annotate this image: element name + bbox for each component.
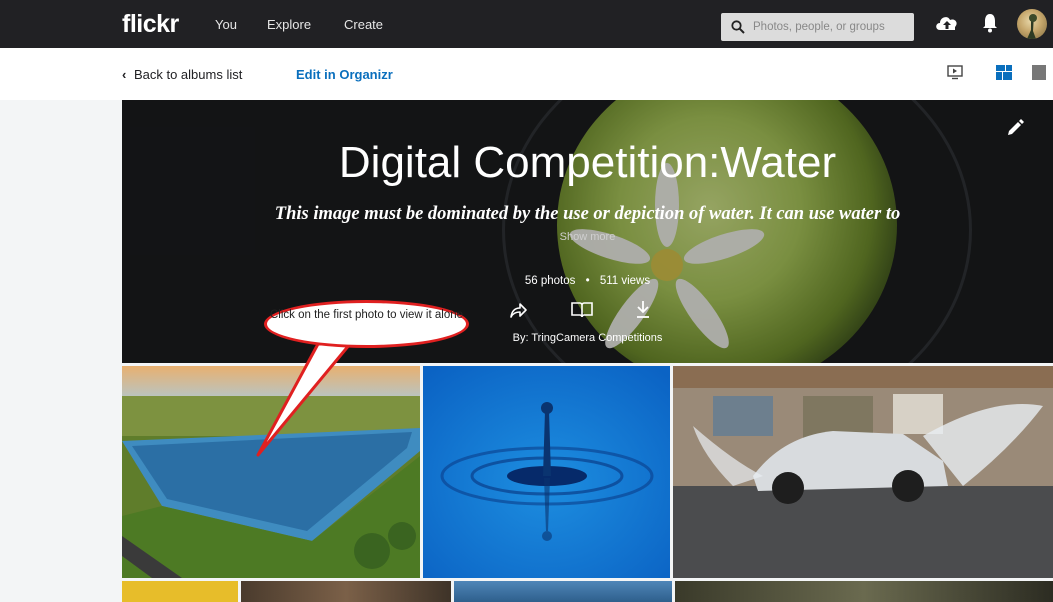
callout-pointer	[256, 342, 352, 457]
instruction-callout: Click on the first photo to view it alon…	[264, 300, 469, 348]
